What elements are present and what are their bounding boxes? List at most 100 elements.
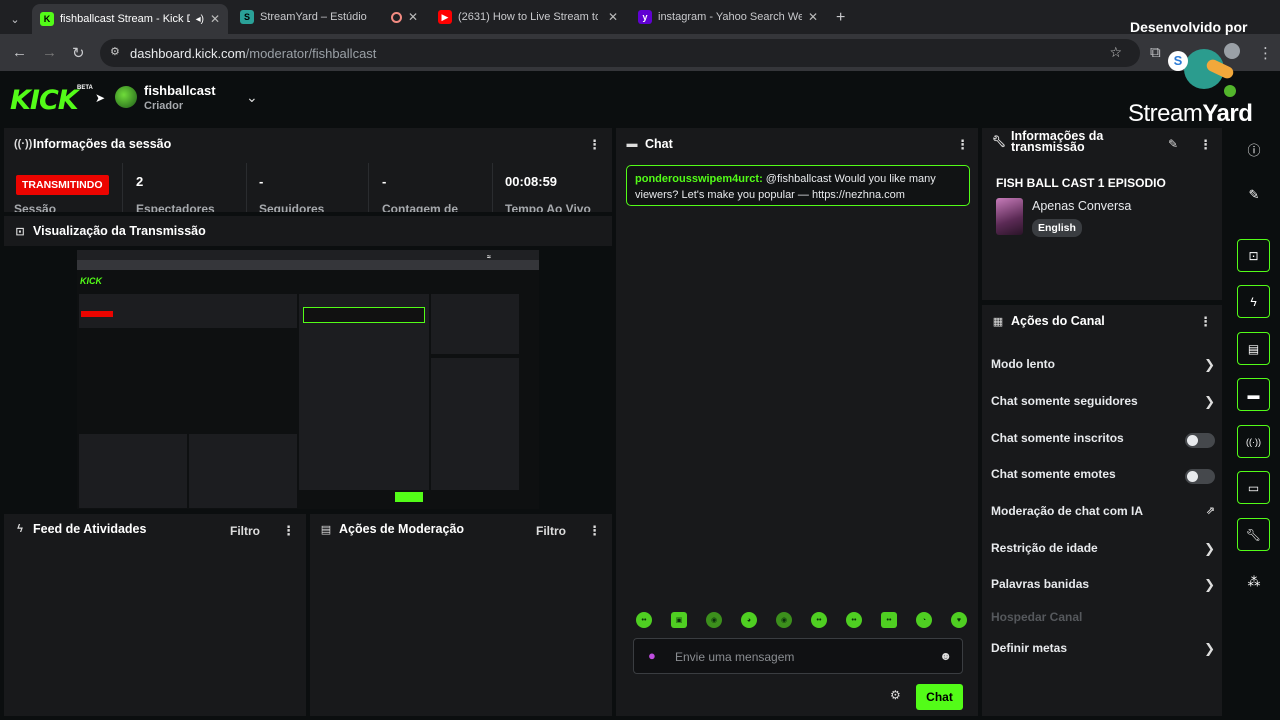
apps-icon[interactable]: ⁂ bbox=[1244, 574, 1264, 590]
feed-title-row: ϟ Feed de Atividades bbox=[14, 522, 146, 536]
preview-chat-message bbox=[303, 307, 425, 323]
emote-icon[interactable]: •• bbox=[846, 612, 862, 628]
chat-message-input[interactable]: ● Envie uma mensagem ☻ bbox=[633, 638, 963, 674]
bolt-toggle-icon[interactable]: ϟ bbox=[1237, 285, 1270, 318]
chat-toggle-icon[interactable]: ▬ bbox=[1237, 378, 1270, 411]
session-kebab-icon[interactable]: ⋮ bbox=[588, 137, 601, 153]
wrench-icon: 🔧︎ bbox=[992, 136, 1006, 148]
document-icon: ▤ bbox=[320, 523, 332, 536]
action-set-goals[interactable]: Definir metas ❯ bbox=[991, 641, 1215, 661]
moderation-filter-button[interactable]: Filtro bbox=[536, 524, 566, 538]
panel-title: Feed de Atividades bbox=[33, 522, 147, 536]
kick-logo[interactable]: KICK bbox=[10, 85, 79, 116]
browser-tab-kick[interactable]: K fishballcast Stream - Kick D ◂) ✕ bbox=[32, 4, 228, 34]
new-tab-button[interactable]: + bbox=[828, 5, 853, 31]
action-host-channel: Hospedar Canal bbox=[991, 610, 1215, 630]
tab-title: (2631) How to Live Stream to Ki bbox=[458, 11, 598, 23]
info-icon[interactable]: ⓘ bbox=[1244, 140, 1264, 159]
microphone-icon[interactable]: ● bbox=[648, 648, 656, 663]
stream-preview-video[interactable]: KICK ≈ bbox=[77, 250, 539, 509]
channel-avatar[interactable] bbox=[115, 86, 137, 108]
action-ai-moderation[interactable]: Moderação de chat com IA ⇗ bbox=[991, 504, 1215, 524]
extensions-icon[interactable]: ⧉ bbox=[1150, 44, 1161, 61]
chat-send-button[interactable]: Chat bbox=[916, 684, 963, 710]
close-tab-icon[interactable]: ✕ bbox=[808, 10, 818, 24]
browser-tab-streamyard[interactable]: S StreamYard – Estúdio ✕ bbox=[232, 4, 426, 30]
emote-icon[interactable]: ▣ bbox=[671, 612, 687, 628]
stream-preview-header: ⊡ Visualização da Transmissão bbox=[4, 216, 612, 246]
emote-icon[interactable]: ◉ bbox=[776, 612, 792, 628]
emote-icon[interactable]: ◔ bbox=[916, 612, 932, 628]
action-followers-only[interactable]: Chat somente seguidores ❯ bbox=[991, 394, 1215, 414]
chat-bubble-icon: ▬ bbox=[626, 138, 638, 150]
preview-toggle-icon[interactable]: ⊡ bbox=[1237, 239, 1270, 272]
action-slow-mode[interactable]: Modo lento ❯ bbox=[991, 357, 1215, 377]
emote-icon[interactable]: •• bbox=[811, 612, 827, 628]
chat-panel: ▬ Chat ⋮ ponderousswipem4urct: @fishball… bbox=[616, 128, 978, 716]
emote-icon[interactable]: ◕ bbox=[741, 612, 757, 628]
close-tab-icon[interactable]: ✕ bbox=[210, 12, 220, 26]
close-tab-icon[interactable]: ✕ bbox=[408, 10, 418, 24]
count-value: - bbox=[382, 174, 387, 189]
subscribers-only-toggle[interactable] bbox=[1185, 433, 1215, 448]
chat-message[interactable]: ponderousswipem4urct: @fishballcast Woul… bbox=[626, 165, 970, 206]
emotes-only-toggle[interactable] bbox=[1185, 469, 1215, 484]
preview-feed-panel bbox=[79, 434, 187, 508]
wrench-toggle-icon[interactable]: 🔧︎ bbox=[1237, 518, 1270, 551]
emote-icon[interactable]: •• bbox=[881, 612, 897, 628]
moderation-kebab-icon[interactable]: ⋮ bbox=[588, 523, 601, 539]
reload-icon[interactable]: ↻ bbox=[72, 44, 85, 62]
stream-info-panel: 🔧︎ Informações da transmissão ✎ ⋮ FISH B… bbox=[982, 128, 1222, 300]
right-sidebar bbox=[1226, 128, 1280, 716]
bookmark-star-icon[interactable]: ☆ bbox=[1109, 44, 1122, 61]
browser-tab-youtube[interactable]: ▶ (2631) How to Live Stream to Ki ✕ bbox=[430, 4, 626, 30]
channel-actions-kebab-icon[interactable]: ⋮ bbox=[1199, 314, 1212, 330]
emoji-picker-icon[interactable]: ☻ bbox=[939, 649, 952, 663]
chat-kebab-icon[interactable]: ⋮ bbox=[956, 137, 969, 153]
actions-icon: ▦ bbox=[992, 315, 1004, 328]
action-label: Chat somente inscritos bbox=[991, 431, 1124, 445]
moderation-title-row: ▤ Ações de Moderação bbox=[320, 522, 464, 536]
tab-search-chevron-icon[interactable]: ⌄ bbox=[4, 6, 26, 32]
close-tab-icon[interactable]: ✕ bbox=[608, 10, 618, 24]
preview-actions-panel bbox=[431, 358, 519, 490]
broadcast-toggle-icon[interactable]: ((·)) bbox=[1237, 425, 1270, 458]
emote-icon[interactable]: ◉ bbox=[706, 612, 722, 628]
panel-title-line2: transmissão bbox=[1011, 140, 1085, 154]
stream-category[interactable]: Apenas Conversa bbox=[1032, 199, 1131, 213]
back-arrow-icon[interactable]: ← bbox=[12, 44, 27, 61]
stream-title: FISH BALL CAST 1 EPISODIO bbox=[996, 176, 1166, 190]
address-bar[interactable]: ⚙ dashboard.kick.com /moderator/fishball… bbox=[100, 39, 1140, 67]
chat-username[interactable]: ponderousswipem4urct: bbox=[635, 173, 763, 185]
emote-icon[interactable]: ♥ bbox=[951, 612, 967, 628]
chevron-right-icon: ❯ bbox=[1204, 541, 1215, 556]
emote-icon[interactable]: •• bbox=[636, 612, 652, 628]
chat-settings-gear-icon[interactable]: ⚙ bbox=[890, 688, 901, 702]
video-toggle-icon[interactable]: ▭ bbox=[1237, 471, 1270, 504]
chat-input-placeholder: Envie uma mensagem bbox=[675, 650, 795, 664]
session-info-panel: ((·)) Informações da sessão ⋮ TRANSMITIN… bbox=[4, 128, 612, 212]
browser-tab-yahoo[interactable]: y instagram - Yahoo Search Web ✕ bbox=[630, 4, 826, 30]
streamyard-favicon-icon: S bbox=[240, 10, 254, 24]
stream-info-kebab-icon[interactable]: ⋮ bbox=[1199, 137, 1212, 153]
site-info-icon[interactable]: ⚙ bbox=[110, 45, 120, 58]
action-banned-words[interactable]: Palavras banidas ❯ bbox=[991, 577, 1215, 597]
document-toggle-icon[interactable]: ▤ bbox=[1237, 332, 1270, 365]
app-header: KICK BETA ➤ fishballcast Criador ⌄ bbox=[0, 71, 1280, 125]
session-info-header: ((·)) Informações da sessão bbox=[14, 137, 171, 151]
channel-switcher-chevron-icon[interactable]: ⌄ bbox=[246, 89, 258, 106]
browser-menu-icon[interactable]: ⋮ bbox=[1258, 44, 1273, 62]
divider bbox=[368, 163, 369, 212]
feed-filter-button[interactable]: Filtro bbox=[230, 524, 260, 538]
panel-title: Informações da sessão bbox=[33, 137, 172, 151]
preview-kick-logo: KICK bbox=[80, 276, 102, 286]
edit-pencil-icon[interactable]: ✎ bbox=[1168, 137, 1178, 151]
feed-kebab-icon[interactable]: ⋮ bbox=[282, 523, 295, 539]
action-age-restriction[interactable]: Restrição de idade ❯ bbox=[991, 541, 1215, 561]
followers-value: - bbox=[259, 174, 264, 189]
pencil-icon[interactable]: ✎ bbox=[1244, 187, 1264, 203]
brand-bold: Yard bbox=[1202, 100, 1253, 127]
preview-tabbar bbox=[77, 250, 539, 260]
category-thumbnail bbox=[996, 198, 1023, 235]
forward-arrow-icon[interactable]: → bbox=[42, 44, 57, 61]
